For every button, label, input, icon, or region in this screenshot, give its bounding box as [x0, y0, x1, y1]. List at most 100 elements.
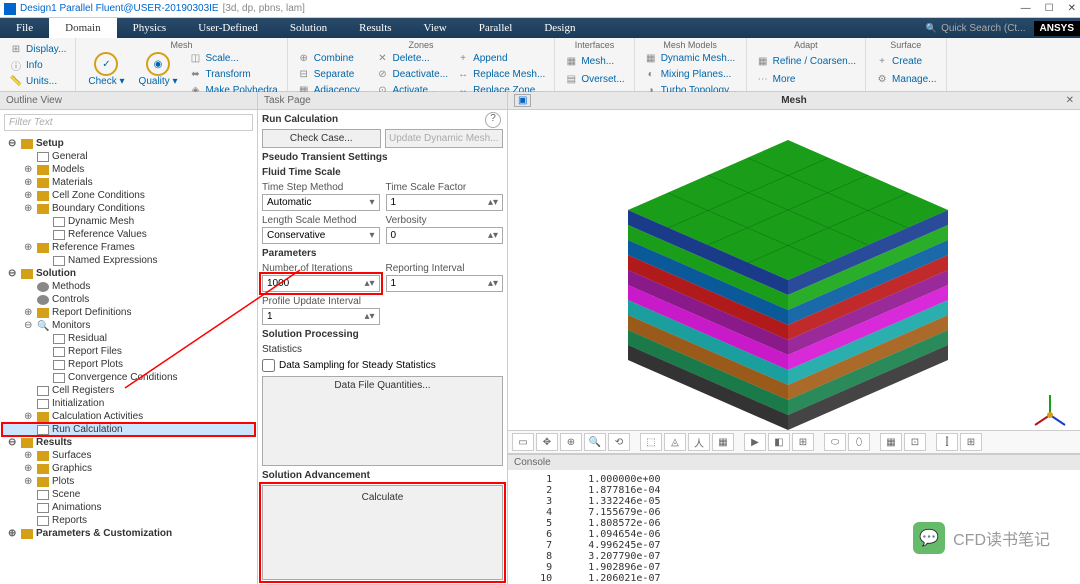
- profile-input[interactable]: 1▴▾: [262, 308, 380, 325]
- tree-initialization[interactable]: Initialization: [2, 397, 255, 410]
- ribbon-transform[interactable]: ⬌Transform: [185, 66, 280, 82]
- tree-calculation-activities[interactable]: ⊕Calculation Activities: [2, 410, 255, 423]
- tree-parameters---customization[interactable]: ⊕Parameters & Customization: [2, 527, 255, 540]
- tree-solution[interactable]: ⊖Solution: [2, 267, 255, 280]
- stepper-icon[interactable]: ▴▾: [488, 197, 498, 208]
- ribbon-group-label: Surface: [872, 40, 939, 52]
- ribbon-deactivate[interactable]: ⊘Deactivate...: [372, 66, 451, 82]
- tree-dynamic-mesh[interactable]: Dynamic Mesh: [2, 215, 255, 228]
- outline-panel: Outline View Filter Text ⊖SetupGeneral⊕M…: [0, 92, 258, 584]
- tree-report-plots[interactable]: Report Plots: [2, 358, 255, 371]
- ribbon-replacemesh[interactable]: ↔Replace Mesh...: [453, 66, 548, 82]
- tree-report-definitions[interactable]: ⊕Report Definitions: [2, 306, 255, 319]
- viewer-tab-icon[interactable]: ▣: [514, 94, 531, 107]
- tree-monitors[interactable]: ⊖🔍Monitors: [2, 319, 255, 332]
- tree-methods[interactable]: Methods: [2, 280, 255, 293]
- tree-residual[interactable]: Residual: [2, 332, 255, 345]
- tree-reference-frames[interactable]: ⊕Reference Frames: [2, 241, 255, 254]
- ribbon-overset[interactable]: ▤Overset...: [561, 72, 627, 88]
- ribbon-check[interactable]: ✓Check ▾: [82, 50, 130, 98]
- tree-reports[interactable]: Reports: [2, 514, 255, 527]
- menu-view[interactable]: View: [408, 18, 463, 38]
- menu-domain[interactable]: Domain: [49, 18, 116, 38]
- ribbon-quality[interactable]: ◉Quality ▾: [133, 50, 184, 98]
- tree-convergence-conditions[interactable]: Convergence Conditions: [2, 371, 255, 384]
- update-mesh-button[interactable]: Update Dynamic Mesh...: [385, 129, 504, 148]
- tree-models[interactable]: ⊕Models: [2, 163, 255, 176]
- tsm-select[interactable]: Automatic▾: [262, 194, 380, 211]
- ribbon-display[interactable]: ⊞Display...: [6, 41, 69, 57]
- tree-run-calculation[interactable]: Run Calculation: [2, 423, 255, 436]
- tree-results[interactable]: ⊖Results: [2, 436, 255, 449]
- stepper-icon[interactable]: ▴▾: [364, 311, 374, 322]
- iterations-input[interactable]: 1000▴▾: [262, 275, 380, 292]
- lsm-select[interactable]: Conservative▾: [262, 227, 380, 244]
- tree-report-files[interactable]: Report Files: [2, 345, 255, 358]
- close-button[interactable]: ✕: [1068, 3, 1076, 14]
- ribbon-separate[interactable]: ⊟Separate: [294, 66, 371, 82]
- check-case-button[interactable]: Check Case...: [262, 129, 381, 148]
- vtoolbar-button[interactable]: ⊕: [560, 433, 582, 451]
- stepper-icon[interactable]: ▴▾: [488, 230, 498, 241]
- stepper-icon[interactable]: ▴▾: [364, 278, 374, 289]
- menu-parallel[interactable]: Parallel: [463, 18, 529, 38]
- tree-cell-registers[interactable]: Cell Registers: [2, 384, 255, 397]
- menu-design[interactable]: Design: [528, 18, 591, 38]
- tree-materials[interactable]: ⊕Materials: [2, 176, 255, 189]
- filter-input[interactable]: Filter Text: [4, 114, 253, 131]
- sampling-checkbox[interactable]: [262, 359, 275, 372]
- section-processing: Solution Processing: [262, 329, 503, 340]
- ribbon-more[interactable]: ⋯More: [753, 72, 859, 88]
- menu-user-defined[interactable]: User-Defined: [182, 18, 274, 38]
- tree-controls[interactable]: Controls: [2, 293, 255, 306]
- vtoolbar-button[interactable]: 🔍: [584, 433, 606, 451]
- reporting-input[interactable]: 1▴▾: [386, 275, 504, 292]
- maximize-button[interactable]: ☐: [1045, 3, 1054, 14]
- tree-animations[interactable]: Animations: [2, 501, 255, 514]
- tree-named-expressions[interactable]: Named Expressions: [2, 254, 255, 267]
- menu-solution[interactable]: Solution: [274, 18, 343, 38]
- search-input[interactable]: Quick Search (Ct...: [941, 23, 1025, 34]
- ribbon-manage[interactable]: ⚙Manage...: [872, 72, 939, 88]
- tree-boundary-conditions[interactable]: ⊕Boundary Conditions: [2, 202, 255, 215]
- tree-cell-zone-conditions[interactable]: ⊕Cell Zone Conditions: [2, 189, 255, 202]
- vtoolbar-button[interactable]: ✥: [536, 433, 558, 451]
- menu-file[interactable]: File: [0, 18, 49, 38]
- vtoolbar-button[interactable]: ▭: [512, 433, 534, 451]
- ribbon-units[interactable]: 📏Units...: [6, 73, 69, 89]
- tree-setup[interactable]: ⊖Setup: [2, 137, 255, 150]
- ribbon-scale[interactable]: ◫Scale...: [185, 50, 280, 66]
- ribbon-delete[interactable]: ✕Delete...: [372, 50, 451, 66]
- vrb-input[interactable]: 0▴▾: [386, 227, 504, 244]
- task-page: Task Page Run Calculation ? Check Case..…: [258, 92, 508, 584]
- ribbon-combine[interactable]: ⊕Combine: [294, 50, 371, 66]
- mesh-canvas[interactable]: [508, 110, 1080, 430]
- help-icon[interactable]: ?: [485, 112, 501, 128]
- tree-general[interactable]: General: [2, 150, 255, 163]
- ribbon-mesh[interactable]: ▦Mesh...: [561, 53, 627, 69]
- data-file-button[interactable]: Data File Quantities...: [262, 376, 503, 466]
- tsf-input[interactable]: 1▴▾: [386, 194, 504, 211]
- viewer-close-icon[interactable]: ✕: [1066, 95, 1074, 106]
- ribbon-append[interactable]: +Append: [453, 50, 548, 66]
- tree-plots[interactable]: ⊕Plots: [2, 475, 255, 488]
- ribbon-info[interactable]: ⓘInfo: [6, 57, 69, 73]
- ribbon-refinecoarsen[interactable]: ▦Refine / Coarsen...: [753, 53, 859, 69]
- ribbon-dynamicmesh[interactable]: ▦Dynamic Mesh...: [641, 50, 740, 66]
- menu-physics[interactable]: Physics: [117, 18, 183, 38]
- app-icon: [4, 3, 16, 15]
- tree-graphics[interactable]: ⊕Graphics: [2, 462, 255, 475]
- tree-scene[interactable]: Scene: [2, 488, 255, 501]
- menu-results[interactable]: Results: [343, 18, 407, 38]
- calculate-button[interactable]: Calculate: [262, 485, 503, 581]
- window-titlebar: Design1 Parallel Fluent@USER-20190303IE …: [0, 0, 1080, 18]
- tree-reference-values[interactable]: Reference Values: [2, 228, 255, 241]
- viewer-tab[interactable]: Mesh: [781, 95, 807, 106]
- ribbon-create[interactable]: +Create: [872, 53, 939, 69]
- lsm-label: Length Scale Method: [262, 215, 380, 226]
- stepper-icon[interactable]: ▴▾: [488, 278, 498, 289]
- minimize-button[interactable]: —: [1021, 3, 1031, 14]
- vtoolbar-button[interactable]: ⊞: [960, 433, 982, 451]
- ribbon-mixingplanes[interactable]: ◐Mixing Planes...: [641, 66, 740, 82]
- tree-surfaces[interactable]: ⊕Surfaces: [2, 449, 255, 462]
